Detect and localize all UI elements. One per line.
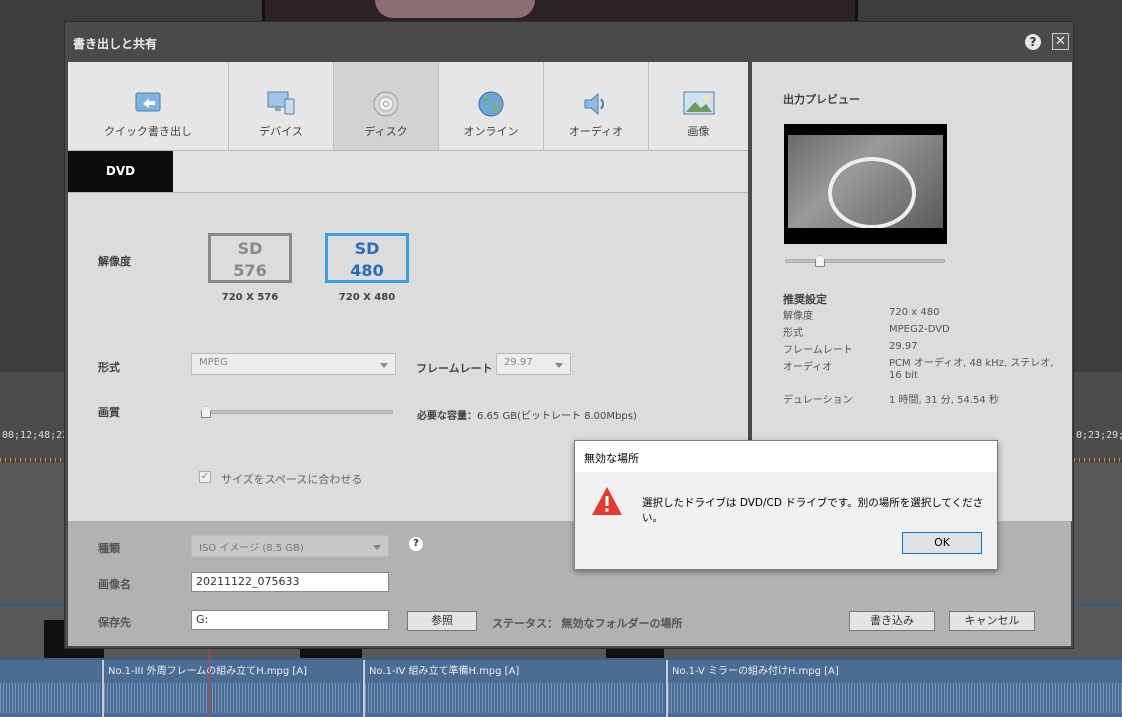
audio-clip[interactable]: [0, 660, 101, 717]
browse-button[interactable]: 参照: [407, 611, 477, 631]
chevron-down-icon: [555, 363, 563, 368]
timecode-left: 00;12;48;22: [2, 430, 69, 441]
tab-label: クイック書き出し: [104, 125, 192, 138]
close-icon[interactable]: ✕: [1052, 33, 1069, 50]
clip-label: No.1-IV 組み立て準備H.mpg [A]: [369, 666, 520, 677]
resolution-option-576[interactable]: SD 576: [208, 233, 292, 283]
quality-slider[interactable]: [201, 410, 393, 414]
status-label: ステータス：: [492, 617, 558, 630]
framerate-select[interactable]: 29.97: [496, 353, 571, 375]
framerate-value: 29.97: [504, 357, 533, 368]
audio-clip[interactable]: No.1-IV 組み立て準備H.mpg [A]: [363, 660, 665, 717]
resolution-label: 解像度: [98, 255, 131, 268]
question-icon[interactable]: ?: [409, 537, 423, 551]
setting-key: 解像度: [783, 311, 813, 322]
alert-message: 選択したドライブは DVD/CD ドライブです。別の場所を選択してください。: [642, 497, 984, 524]
tab-disc[interactable]: ディスク: [334, 62, 439, 150]
type-value: ISO イメージ (8.5 GB): [199, 543, 304, 554]
disc-icon: [373, 91, 399, 117]
quality-slider-thumb[interactable]: [201, 406, 211, 418]
tab-label: デバイス: [259, 125, 303, 138]
setting-value: 29.97: [889, 341, 918, 352]
clip-label: No.1-III 外周フレームの組み立てH.mpg [A]: [108, 666, 308, 677]
setting-key: オーディオ: [783, 362, 833, 373]
tab-audio[interactable]: オーディオ: [544, 62, 649, 150]
image-icon: [683, 91, 714, 115]
clip-label: No.1-V ミラーの組み付けH.mpg [A]: [672, 666, 839, 677]
fit-to-space-label: サイズをスペースに合わせる: [221, 473, 363, 486]
resolution-option-480[interactable]: SD 480: [325, 233, 409, 283]
setting-key: デュレーション: [783, 395, 853, 406]
preview-title: 出力プレビュー: [783, 93, 860, 106]
disc-subtabs: DVD: [68, 151, 748, 193]
resolution-caption: 720 X 480: [338, 292, 396, 303]
ruler-ticks-left: [0, 458, 64, 462]
capacity-value: 6.65 GB(ビットレート 8.00Mbps): [477, 411, 637, 422]
timecode-right: 0;23;29;11: [1076, 430, 1122, 441]
chevron-down-icon: [380, 363, 388, 368]
ok-button[interactable]: OK: [902, 532, 982, 554]
invalid-location-alert: 無効な場所 選択したドライブは DVD/CD ドライブです。別の場所を選択してく…: [574, 440, 998, 570]
audio-clip[interactable]: No.1-III 外周フレームの組み立てH.mpg [A]: [102, 660, 362, 717]
fit-to-space-checkbox[interactable]: ✓: [199, 471, 211, 483]
setting-value: 720 x 480: [889, 307, 940, 318]
chevron-down-icon: [373, 545, 381, 550]
type-select[interactable]: ISO イメージ (8.5 GB): [191, 535, 389, 557]
tab-label: オーディオ: [568, 125, 624, 138]
tab-quick-export[interactable]: クイック書き出し: [68, 62, 229, 150]
category-tabs: クイック書き出し デバイス ディスク オンライン オーディオ 画像: [68, 62, 748, 151]
option-line1: SD: [354, 239, 380, 258]
capacity-label: 必要な容量：: [417, 411, 477, 422]
timeline-ruler-right: [1074, 372, 1122, 462]
question-icon[interactable]: ?: [1025, 34, 1041, 50]
destination-label: 保存先: [98, 616, 131, 629]
quality-label: 画質: [98, 406, 120, 419]
setting-value: PCM オーディオ, 48 kHz, ステレオ, 16 bit: [889, 358, 1054, 381]
write-button[interactable]: 書き込み: [849, 611, 935, 631]
framerate-label: フレームレート: [416, 362, 493, 375]
format-value: MPEG: [199, 357, 228, 368]
type-label: 種類: [98, 542, 120, 555]
preview-slider-thumb[interactable]: [815, 255, 825, 267]
tab-device[interactable]: デバイス: [229, 62, 334, 150]
background-video-frame: [262, 0, 858, 22]
filename-label: 画像名: [98, 578, 131, 591]
tab-label: ディスク: [364, 125, 408, 138]
setting-key: フレームレート: [783, 345, 853, 356]
setting-value: 1 時間, 31 分, 54.54 秒: [889, 395, 999, 406]
option-line2: 480: [350, 261, 384, 280]
timeline-ruler-left: [0, 372, 64, 462]
filename-input[interactable]: 20211122_075633: [191, 572, 389, 592]
option-line2: 576: [233, 261, 267, 280]
option-line1: SD: [237, 239, 263, 258]
tab-label: オンライン: [463, 125, 519, 138]
destination-input[interactable]: G:: [191, 610, 389, 630]
setting-key: 形式: [783, 328, 803, 339]
format-select[interactable]: MPEG: [191, 353, 396, 375]
recommended-settings-title: 推奨設定: [783, 293, 827, 306]
speaker-icon: [584, 92, 604, 116]
audio-clip[interactable]: No.1-V ミラーの組み付けH.mpg [A]: [666, 660, 1122, 717]
status: ステータス： 無効なフォルダーの場所: [492, 615, 683, 631]
required-capacity: 必要な容量：6.65 GB(ビットレート 8.00Mbps): [417, 407, 637, 422]
tab-label: 画像: [687, 125, 710, 138]
warning-icon: [592, 487, 622, 515]
format-label: 形式: [98, 361, 120, 374]
tab-image[interactable]: 画像: [649, 62, 748, 150]
ruler-ticks-right: [1074, 458, 1122, 462]
dialog-title: 書き出しと共有: [73, 37, 158, 51]
device-icon: [267, 91, 295, 115]
cancel-button[interactable]: キャンセル: [949, 611, 1035, 631]
quick-export-icon: [135, 92, 161, 112]
globe-icon: [478, 91, 504, 117]
setting-value: MPEG2-DVD: [889, 324, 950, 335]
tab-online[interactable]: オンライン: [439, 62, 544, 150]
resolution-caption: 720 X 576: [221, 292, 279, 303]
preview-slider[interactable]: [785, 259, 945, 263]
tab-dvd[interactable]: DVD: [68, 151, 173, 192]
preview-video: [784, 124, 947, 244]
alert-title: 無効な場所: [575, 441, 997, 472]
status-value: 無効なフォルダーの場所: [561, 617, 683, 630]
